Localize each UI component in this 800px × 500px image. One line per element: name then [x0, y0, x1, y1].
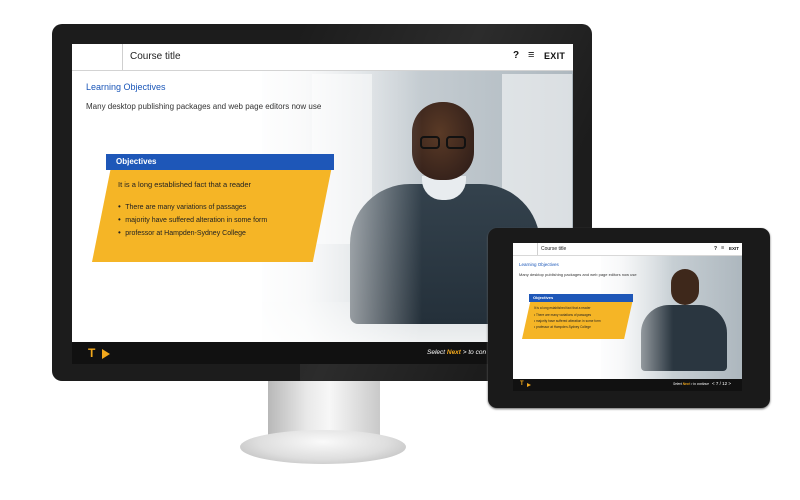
course-title: Course title [541, 246, 567, 252]
instruction-suffix: > to continue [689, 382, 709, 386]
course-title: Course title [130, 51, 181, 62]
next-instruction: Select Next > to con [427, 349, 486, 356]
bullet-icon: • [118, 228, 121, 237]
objectives-lead: It is a long established fact that a rea… [534, 306, 591, 310]
page-indicator[interactable]: < 7 / 12 > [712, 381, 731, 386]
intro-text: Many desktop publishing packages and web… [86, 102, 322, 111]
objectives-title: Objectives [116, 157, 157, 166]
exit-button[interactable]: EXIT [544, 51, 565, 61]
play-icon[interactable] [527, 383, 531, 387]
objective-bullet: There are many variations of passages [535, 313, 592, 317]
help-button[interactable]: ? [513, 50, 519, 61]
objective-bullet: professor at Hampden-Sydney College [125, 230, 246, 237]
list-item: • majority have suffered alteration in s… [534, 319, 601, 323]
next-instruction: Select Next > to continue [673, 382, 709, 386]
objectives-title: Objectives [533, 295, 554, 300]
person-head [671, 269, 699, 305]
bullet-icon: • [534, 325, 536, 329]
instruction-suffix: > to con [460, 349, 487, 356]
next-link[interactable]: Next [447, 349, 461, 356]
help-button[interactable]: ? [714, 246, 717, 252]
menu-icon[interactable]: ≡ [721, 245, 724, 251]
header-divider [537, 243, 538, 255]
list-item: • professor at Hampden-Sydney College [534, 325, 591, 329]
header-divider [122, 44, 123, 70]
objectives-lead: It is a long established fact that a rea… [118, 180, 251, 189]
objective-bullet: majority have suffered alteration in som… [536, 319, 601, 323]
glasses-icon [418, 136, 470, 150]
next-link[interactable]: Next [683, 382, 690, 386]
tablet-screen: Course title ? ≡ EXIT Learning Objective… [513, 243, 742, 391]
menu-icon[interactable]: ≡ [528, 49, 534, 61]
play-icon[interactable] [102, 349, 110, 359]
page-title: Learning Objectives [519, 262, 559, 267]
page-title: Learning Objectives [86, 82, 166, 92]
bullet-icon: • [534, 313, 536, 317]
objective-bullet: professor at Hampden-Sydney College [536, 325, 591, 329]
intro-text: Many desktop publishing packages and web… [519, 272, 637, 277]
text-size-button[interactable]: T [88, 346, 95, 360]
exit-button[interactable]: EXIT [729, 246, 739, 251]
instruction-prefix: Select [673, 382, 683, 386]
monitor-stand-base [240, 430, 406, 464]
instruction-prefix: Select [427, 349, 447, 356]
list-item: • professor at Hampden-Sydney College [118, 222, 246, 240]
monitor-stand-neck [268, 381, 380, 437]
list-item: • There are many variations of passages [534, 313, 591, 317]
text-size-button[interactable]: T [520, 381, 524, 387]
bullet-icon: • [534, 319, 536, 323]
